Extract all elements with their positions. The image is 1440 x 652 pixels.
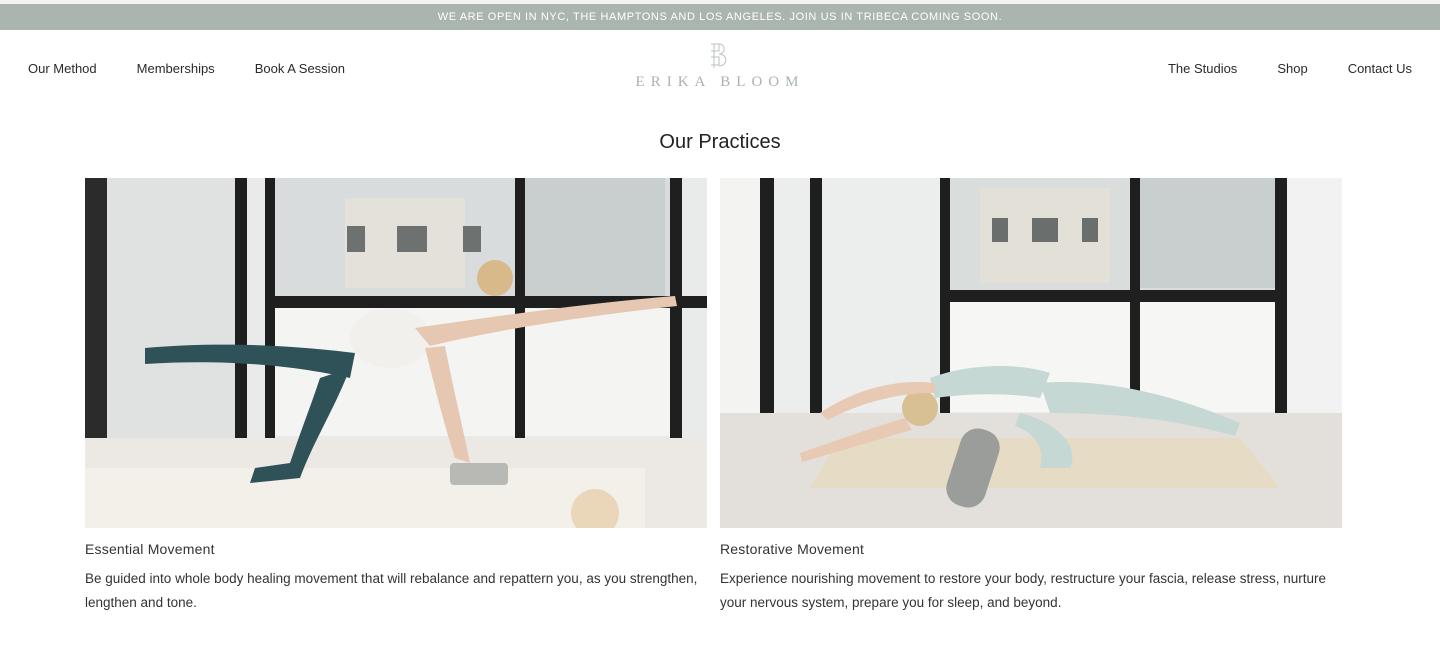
essential-movement-title[interactable]: Essential Movement: [85, 541, 707, 557]
essential-movement-photo[interactable]: [85, 178, 707, 528]
nav-the-studios[interactable]: The Studios: [1168, 60, 1237, 78]
primary-nav-right: The Studios Shop Contact Us: [1128, 60, 1412, 78]
nav-book-a-session[interactable]: Book A Session: [255, 60, 345, 78]
primary-nav-left: Our Method Memberships Book A Session: [28, 60, 385, 78]
announcement-bar: WE ARE OPEN IN NYC, THE HAMPTONS AND LOS…: [0, 4, 1440, 30]
brand-logo[interactable]: ERIKA BLOOM: [620, 42, 820, 102]
practice-card-restorative: Restorative Movement Experience nourishi…: [720, 178, 1342, 615]
nav-our-method[interactable]: Our Method: [28, 60, 97, 78]
restorative-movement-photo[interactable]: [720, 178, 1342, 528]
nav-contact-us[interactable]: Contact Us: [1348, 60, 1412, 78]
practice-card-essential: Essential Movement Be guided into whole …: [85, 178, 707, 615]
logo-wordmark: ERIKA BLOOM: [635, 74, 805, 90]
logo-monogram-icon: [711, 43, 727, 68]
nav-shop[interactable]: Shop: [1277, 60, 1307, 78]
nav-memberships[interactable]: Memberships: [137, 60, 215, 78]
restorative-movement-description: Experience nourishing movement to restor…: [720, 571, 1327, 610]
restorative-movement-title[interactable]: Restorative Movement: [720, 541, 1342, 557]
essential-movement-description: Be guided into whole body healing moveme…: [85, 571, 698, 610]
section-title: Our Practices: [659, 131, 781, 153]
